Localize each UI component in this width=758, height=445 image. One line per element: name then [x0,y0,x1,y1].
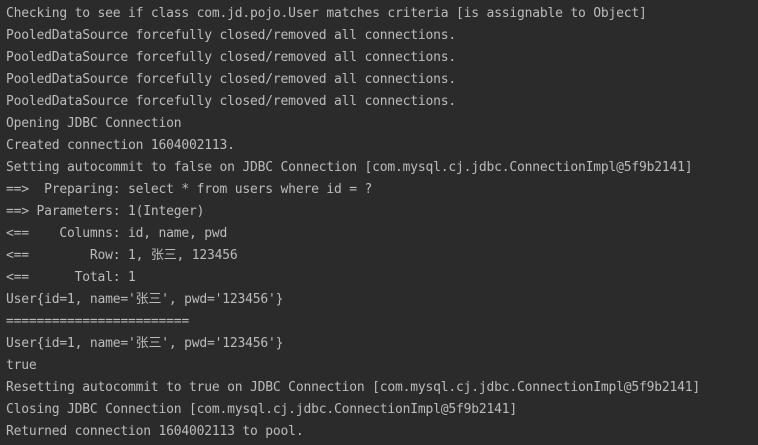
console-line: User{id=1, name='张三', pwd='123456'} [6,336,284,351]
console-line: PooledDataSource forcefully closed/remov… [6,28,456,43]
console-line: User{id=1, name='张三', pwd='123456'} [6,292,284,307]
console-line: Returned connection 1604002113 to pool. [6,424,304,439]
console-line: Created connection 1604002113. [6,138,235,153]
console-line: PooledDataSource forcefully closed/remov… [6,50,456,65]
console-line: ==> Parameters: 1(Integer) [6,204,205,219]
console-line: ==> Preparing: select * from users where… [6,182,373,197]
console-line: <== Columns: id, name, pwd [6,226,228,241]
console-line: PooledDataSource forcefully closed/remov… [6,94,456,109]
console-line: Opening JDBC Connection [6,116,182,131]
console-output[interactable]: Checking to see if class com.jd.pojo.Use… [0,0,758,445]
console-line: ======================== [6,314,190,329]
console-line: Setting autocommit to false on JDBC Conn… [6,160,693,175]
console-line: Checking to see if class com.jd.pojo.Use… [6,6,647,21]
console-line: Closing JDBC Connection [com.mysql.cj.jd… [6,402,517,417]
console-line: Resetting autocommit to true on JDBC Con… [6,380,701,395]
console-line: <== Total: 1 [6,270,136,285]
console-line: <== Row: 1, 张三, 123456 [6,248,238,263]
console-line: true [6,358,37,373]
console-line: PooledDataSource forcefully closed/remov… [6,72,456,87]
